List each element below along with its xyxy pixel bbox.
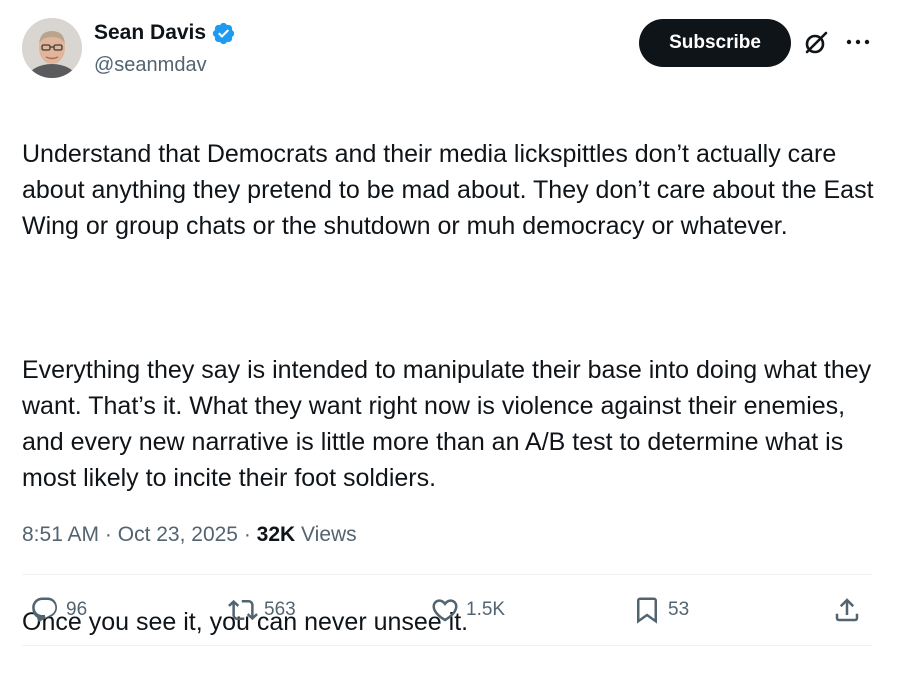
author-name[interactable]: Sean Davis <box>94 20 206 46</box>
like-button[interactable]: 1.5K <box>430 590 505 630</box>
like-count: 1.5K <box>466 599 506 620</box>
repost-icon <box>228 599 258 621</box>
tweet-date[interactable]: Oct 23, 2025 <box>118 520 238 550</box>
bookmark-button[interactable]: 53 <box>632 590 689 630</box>
author-name-row: Sean Davis <box>94 20 236 46</box>
verified-badge-icon[interactable] <box>211 21 236 46</box>
action-bar: 96 563 1.5K 53 <box>22 590 872 630</box>
author-block: Sean Davis @seanmdav <box>94 20 236 78</box>
divider <box>22 645 872 646</box>
subscribe-button[interactable]: Subscribe <box>639 19 791 67</box>
bookmark-icon <box>637 597 657 624</box>
repost-count: 563 <box>264 599 296 620</box>
tweet-time[interactable]: 8:51 AM <box>22 520 99 550</box>
more-icon[interactable] <box>844 30 872 54</box>
avatar[interactable] <box>22 18 82 78</box>
views-label: Views <box>301 523 357 546</box>
repost-button[interactable]: 563 <box>228 590 296 630</box>
avatar-image <box>22 18 82 78</box>
share-button[interactable] <box>832 590 862 630</box>
tweet-paragraph: Understand that Democrats and their medi… <box>22 140 874 240</box>
tweet-paragraph: Everything they say is intended to manip… <box>22 356 872 492</box>
meta-separator: · <box>99 523 118 546</box>
reply-icon <box>32 597 58 622</box>
grok-icon[interactable] <box>802 29 830 57</box>
bookmark-count: 53 <box>668 599 690 620</box>
meta-separator: · <box>237 523 257 546</box>
divider <box>22 574 872 575</box>
heart-icon <box>432 599 458 622</box>
author-handle[interactable]: @seanmdav <box>94 52 236 78</box>
tweet-meta: 8:51 AM · Oct 23, 2025 · 32K Views <box>22 520 357 550</box>
share-icon <box>835 598 859 622</box>
reply-button[interactable]: 96 <box>30 590 87 630</box>
views-count: 32K <box>256 523 296 546</box>
reply-count: 96 <box>66 599 88 620</box>
